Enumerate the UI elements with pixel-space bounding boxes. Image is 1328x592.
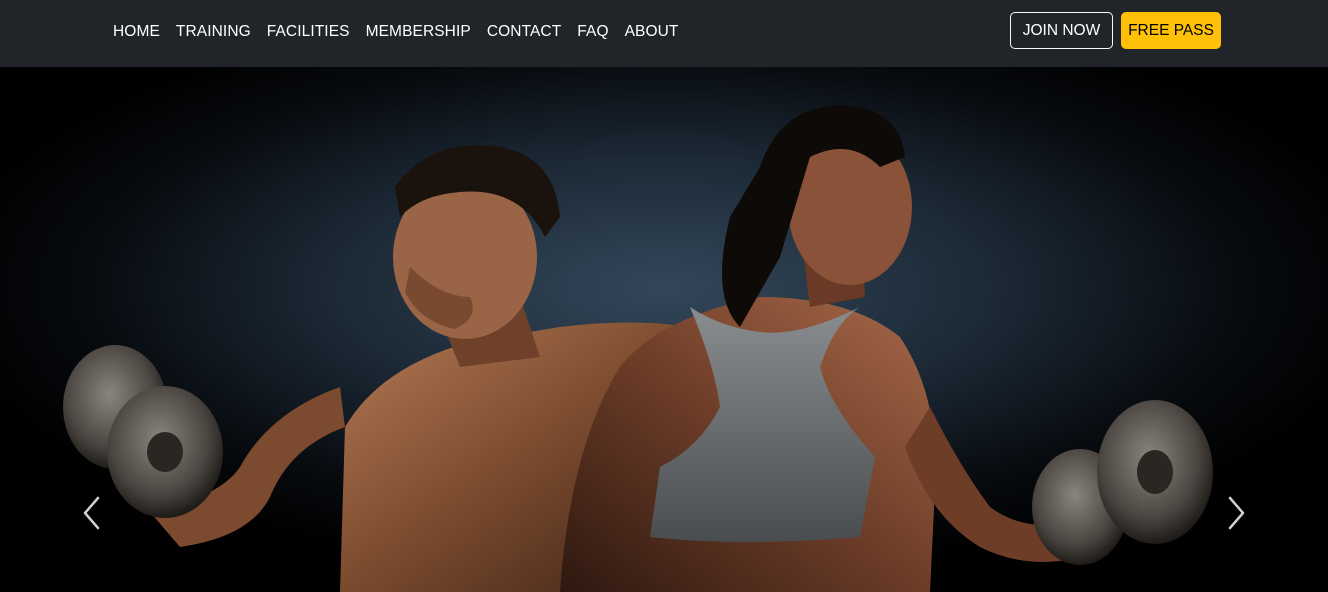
top-navbar: HOME TRAINING FACILITIES MEMBERSHIP CONT… xyxy=(0,0,1328,67)
nav-link-contact[interactable]: CONTACT xyxy=(487,23,561,41)
free-pass-button[interactable]: FREE PASS xyxy=(1121,12,1221,49)
hero-carousel xyxy=(0,67,1328,592)
nav-link-home[interactable]: HOME xyxy=(113,23,160,41)
nav-link-training[interactable]: TRAINING xyxy=(176,23,251,41)
chevron-right-icon xyxy=(1228,496,1245,530)
nav-menu: HOME TRAINING FACILITIES MEMBERSHIP CONT… xyxy=(113,0,695,63)
chevron-left-icon xyxy=(83,496,100,530)
nav-link-membership[interactable]: MEMBERSHIP xyxy=(366,23,471,41)
carousel-prev-button[interactable] xyxy=(80,495,104,531)
nav-link-faq[interactable]: FAQ xyxy=(577,23,608,41)
join-now-button[interactable]: JOIN NOW xyxy=(1010,12,1113,49)
nav-link-facilities[interactable]: FACILITIES xyxy=(267,23,350,41)
hero-image xyxy=(0,67,1328,592)
nav-link-about[interactable]: ABOUT xyxy=(625,23,679,41)
carousel-next-button[interactable] xyxy=(1224,495,1248,531)
